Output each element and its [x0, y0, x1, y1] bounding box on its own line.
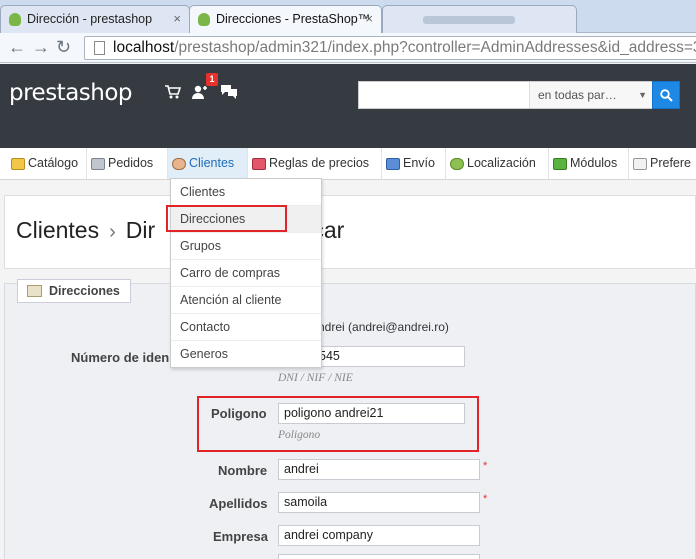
menu-item-label: Localización — [467, 156, 536, 170]
menu-item-clientes[interactable]: Clientes — [168, 148, 248, 179]
dropdown-item-clientes[interactable]: Clientes — [171, 179, 321, 206]
cart-icon — [91, 158, 105, 170]
cart-icon[interactable] — [164, 84, 182, 104]
reload-icon[interactable]: ↻ — [56, 36, 71, 58]
edit-icon — [27, 285, 42, 297]
panel-title: Direcciones — [49, 284, 120, 298]
url-path: /prestashop/admin321/index.php?controlle… — [174, 39, 696, 56]
close-tab-icon[interactable]: × — [173, 6, 181, 32]
main-menu: Catálogo Pedidos Clientes Reglas de prec… — [0, 148, 696, 180]
notification-badge: 1 — [206, 73, 218, 86]
search-scope-select[interactable]: en todas par… ▼ — [529, 82, 653, 108]
search-scope-value: en todas par… — [538, 88, 617, 102]
breadcrumb-parent[interactable]: Clientes — [16, 217, 99, 243]
highlight-direcciones — [166, 205, 287, 232]
customer-info: ndrei (andrei@andrei.ro) — [318, 320, 449, 334]
tab-title: Dirección - prestashop — [27, 12, 153, 26]
search-button[interactable] — [652, 81, 680, 109]
apellidos-label: Apellidos — [209, 496, 268, 511]
menu-item-catalogo[interactable]: Catálogo — [7, 148, 87, 179]
dropdown-item-generos[interactable]: Generos — [171, 341, 321, 368]
menu-item-localizacion[interactable]: Localización — [446, 148, 549, 179]
required-mark: * — [483, 493, 488, 505]
folder-icon — [11, 158, 25, 170]
menu-item-envio[interactable]: Envío — [382, 148, 446, 179]
next-field[interactable] — [278, 554, 480, 559]
dni-field[interactable]: 545 — [316, 346, 465, 367]
page-heading: Clientes›Dirodificar — [4, 195, 696, 269]
logo[interactable]: prestashop — [9, 80, 133, 106]
menu-item-label: Pedidos — [108, 156, 154, 170]
blurred-tab-title — [423, 15, 515, 24]
customer-icon[interactable] — [192, 84, 208, 104]
address-bar[interactable]: localhost/prestashop/admin321/index.php?… — [84, 36, 696, 60]
nombre-label: Nombre — [218, 463, 268, 478]
page-icon — [94, 41, 105, 55]
prestashop-favicon-icon — [9, 13, 21, 26]
search-icon — [659, 89, 673, 102]
menu-item-label: Envío — [403, 156, 435, 170]
admin-header: prestashop 1 en todas par… ▼ — [0, 64, 696, 148]
customer-icon — [172, 158, 186, 170]
dropdown-item-grupos[interactable]: Grupos — [171, 233, 321, 260]
dropdown-item-contacto[interactable]: Contacto — [171, 314, 321, 341]
menu-item-label: Catálogo — [28, 156, 79, 170]
messages-icon[interactable] — [220, 84, 238, 103]
browser-tab-direcciones[interactable]: Direcciones - PrestaShop™ × — [189, 5, 382, 34]
browser-tab-strip: Dirección - prestashop × Direcciones - P… — [0, 0, 696, 34]
globe-icon — [450, 158, 464, 170]
menu-item-modulos[interactable]: Módulos — [549, 148, 629, 179]
dropdown-item-carro-compras[interactable]: Carro de compras — [171, 260, 321, 287]
menu-item-reglas-precios[interactable]: Reglas de precios — [248, 148, 382, 179]
tab-title: Direcciones - PrestaShop™ — [216, 12, 371, 26]
price-rules-icon — [252, 158, 266, 170]
empresa-field[interactable]: andrei company — [278, 525, 480, 546]
url-host: localhost — [113, 39, 175, 56]
panel-heading: Direcciones — [17, 279, 131, 303]
menu-item-label: Módulos — [570, 156, 618, 170]
prestashop-favicon-icon — [198, 13, 210, 26]
empresa-label: Empresa — [213, 529, 268, 544]
highlight-poligono — [197, 396, 479, 452]
menu-item-label: Reglas de precios — [269, 156, 370, 170]
menu-item-pedidos[interactable]: Pedidos — [87, 148, 168, 179]
menu-item-label: Clientes — [189, 156, 235, 170]
nombre-field[interactable]: andrei — [278, 459, 480, 480]
browser-toolbar: ← → ↻ localhost/prestashop/admin321/inde… — [0, 33, 696, 63]
puzzle-icon — [553, 158, 567, 170]
browser-tab-direccion[interactable]: Dirección - prestashop × — [0, 5, 190, 33]
required-mark: * — [483, 460, 488, 472]
dropdown-item-atencion-cliente[interactable]: Atención al cliente — [171, 287, 321, 314]
preferences-icon — [633, 158, 647, 170]
back-arrow-icon[interactable]: ← — [8, 36, 26, 58]
truck-icon — [386, 158, 400, 170]
chevron-down-icon: ▼ — [638, 90, 647, 100]
menu-item-preferencias[interactable]: Prefere — [629, 148, 696, 179]
dni-label: Número de iden — [71, 350, 170, 365]
admin-search-box[interactable]: en todas par… ▼ — [358, 81, 653, 109]
forward-arrow-icon[interactable]: → — [32, 36, 50, 58]
close-tab-icon[interactable]: × — [365, 6, 373, 32]
dni-help: DNI / NIF / NIE — [278, 372, 353, 384]
breadcrumb-current-prefix: Dir — [125, 217, 156, 243]
apellidos-field[interactable]: samoila — [278, 492, 480, 513]
breadcrumb-separator: › — [109, 221, 116, 243]
menu-item-label: Prefere — [650, 156, 691, 170]
browser-tab-blurred[interactable] — [382, 5, 577, 33]
